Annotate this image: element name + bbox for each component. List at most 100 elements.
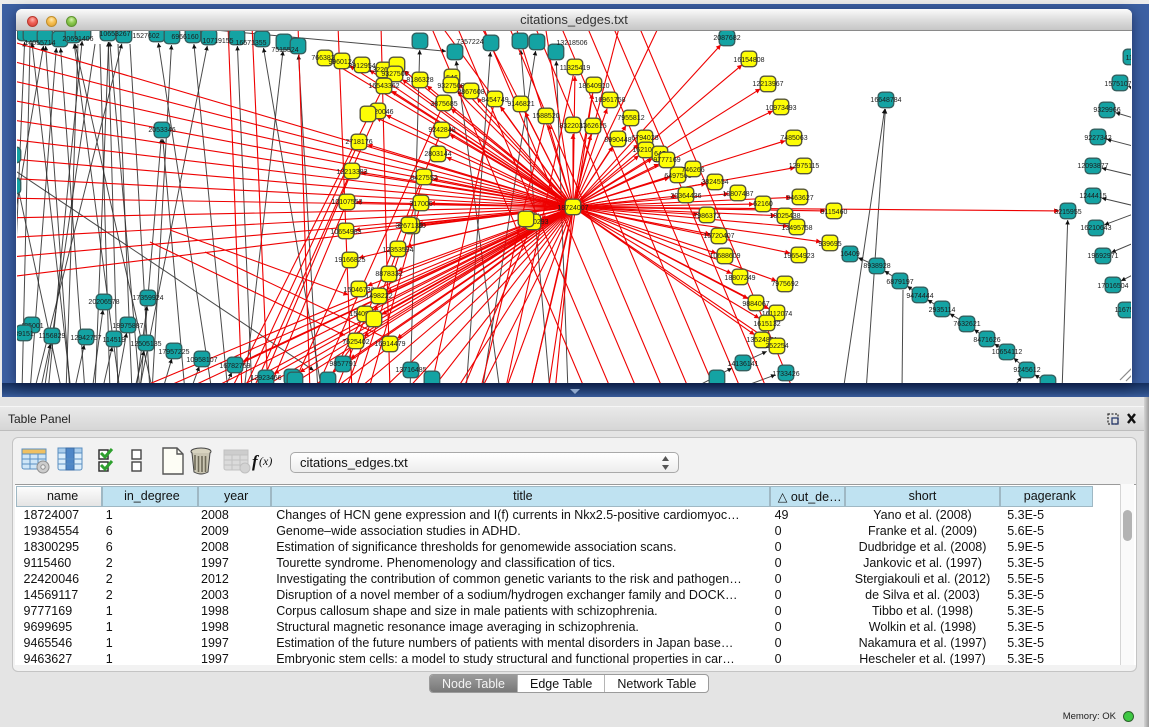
svg-text:10807487: 10807487 — [722, 191, 753, 198]
svg-text:8454749: 8454749 — [481, 97, 508, 104]
svg-text:16961758: 16961758 — [594, 97, 625, 104]
svg-text:8990448: 8990448 — [604, 137, 631, 144]
svg-text:6879197: 6879197 — [886, 279, 913, 286]
svg-text:114519: 114519 — [103, 337, 126, 344]
svg-text:9327500: 9327500 — [381, 71, 408, 78]
svg-text:(x): (x) — [259, 454, 272, 468]
svg-text:3215955: 3215955 — [1054, 209, 1081, 216]
svg-text:939695: 939695 — [818, 241, 841, 248]
svg-text:10958107: 10958107 — [186, 357, 217, 364]
svg-text:12213383: 12213383 — [336, 169, 367, 176]
svg-text:6966160: 6966160 — [171, 34, 198, 41]
svg-text:9463627: 9463627 — [786, 195, 813, 202]
svg-text:1244415: 1244415 — [1079, 193, 1106, 200]
svg-text:15720407: 15720407 — [703, 233, 734, 240]
svg-text:9242848: 9242848 — [428, 127, 455, 134]
svg-text:19692971: 19692971 — [1087, 253, 1118, 260]
svg-text:3267130: 3267130 — [395, 223, 422, 230]
svg-text:12093877: 12093877 — [1077, 163, 1108, 170]
svg-text:9245612: 9245612 — [1013, 367, 1040, 374]
svg-text:3875685: 3875685 — [430, 101, 457, 108]
svg-text:17957225: 17957225 — [158, 349, 189, 356]
svg-text:16914479: 16914479 — [374, 341, 405, 348]
svg-text:9227342: 9227342 — [1084, 135, 1111, 142]
svg-text:7632621: 7632621 — [953, 321, 980, 328]
svg-text:1527602: 1527602 — [132, 33, 159, 40]
svg-text:9329966: 9329966 — [1093, 107, 1120, 114]
svg-text:14136141: 14136141 — [727, 361, 758, 368]
svg-text:111: 111 — [1126, 55, 1131, 62]
svg-text:17359924: 17359924 — [132, 295, 163, 302]
svg-text:8471626: 8471626 — [973, 337, 1000, 344]
svg-text:15751074: 15751074 — [1104, 81, 1131, 88]
svg-text:10973493: 10973493 — [765, 105, 796, 112]
svg-text:7357224: 7357224 — [456, 39, 483, 46]
svg-text:1156829: 1156829 — [39, 333, 66, 340]
svg-text:10719155: 10719155 — [202, 38, 233, 45]
svg-text:11325419: 11325419 — [560, 65, 591, 72]
svg-text:252254: 252254 — [765, 343, 788, 350]
svg-text:1615132: 1615132 — [753, 321, 780, 328]
svg-text:9777169: 9777169 — [653, 157, 680, 164]
svg-text:317006: 317006 — [409, 201, 432, 208]
svg-text:12213967: 12213967 — [752, 81, 783, 88]
svg-text:10107553: 10107553 — [331, 199, 362, 206]
svg-text:2867608: 2867608 — [457, 89, 484, 96]
svg-text:7625402: 7625402 — [342, 339, 369, 346]
svg-text:7986372: 7986372 — [693, 213, 720, 220]
svg-text:20206578: 20206578 — [88, 299, 119, 306]
svg-text:12975115: 12975115 — [789, 163, 820, 170]
svg-text:16210643: 16210643 — [1080, 225, 1111, 232]
svg-text:10688609: 10688609 — [709, 253, 740, 260]
svg-text:1733426: 1733426 — [772, 371, 799, 378]
svg-text:6794028: 6794028 — [631, 135, 658, 142]
svg-text:7955812: 7955812 — [617, 115, 644, 122]
svg-text:2718176: 2718176 — [345, 139, 372, 146]
svg-text:12353594: 12353594 — [382, 247, 413, 254]
svg-text:8938928: 8938928 — [863, 263, 890, 270]
svg-text:19166825: 19166825 — [334, 257, 365, 264]
svg-text:13218506: 13218506 — [556, 40, 587, 47]
svg-text:9857791: 9857791 — [329, 361, 356, 368]
svg-text:16409: 16409 — [840, 251, 860, 258]
svg-text:19654923: 19654923 — [783, 253, 814, 260]
svg-text:12923466: 12923466 — [250, 375, 281, 382]
svg-text:2803144: 2803144 — [424, 151, 451, 158]
svg-text:20691406: 20691406 — [62, 36, 93, 43]
svg-text:18724007: 18724007 — [557, 205, 588, 212]
svg-text:16154808: 16154808 — [733, 57, 764, 64]
svg-text:1498222: 1498222 — [365, 293, 392, 300]
svg-text:10653267: 10653267 — [99, 31, 130, 38]
svg-text:20364436: 20364436 — [670, 193, 701, 200]
svg-text:10654112: 10654112 — [992, 349, 1023, 356]
svg-text:14055714: 14055714 — [24, 40, 55, 47]
svg-text:17016504: 17016504 — [1097, 283, 1128, 290]
svg-text:16648784: 16648784 — [870, 97, 901, 104]
svg-text:746266: 746266 — [681, 167, 704, 174]
svg-text:62160: 62160 — [753, 201, 773, 208]
svg-text:12505135: 12505135 — [130, 341, 161, 348]
svg-text:9884067: 9884067 — [742, 301, 769, 308]
svg-text:9115460: 9115460 — [821, 209, 848, 216]
svg-text:12942757: 12942757 — [70, 335, 101, 342]
svg-text:13716485: 13716485 — [395, 367, 426, 374]
svg-text:7975692: 7975692 — [771, 281, 798, 288]
svg-text:8427552: 8427552 — [410, 175, 437, 182]
svg-text:9146821: 9146821 — [507, 101, 534, 108]
svg-text:116753: 116753 — [1115, 307, 1131, 314]
svg-text:16782759: 16782759 — [219, 363, 250, 370]
svg-text:8878332: 8878332 — [375, 271, 402, 278]
svg-text:9474444: 9474444 — [906, 293, 933, 300]
svg-text:39151: 39151 — [17, 331, 34, 338]
svg-text:1588520: 1588520 — [532, 113, 559, 120]
svg-text:3824554: 3824554 — [701, 179, 728, 186]
svg-text:18640910: 18640910 — [578, 83, 609, 90]
svg-text:2087682: 2087682 — [713, 35, 740, 42]
svg-text:2053346: 2053346 — [148, 127, 175, 134]
svg-text:7515524: 7515524 — [271, 47, 298, 54]
svg-text:2935114: 2935114 — [929, 307, 956, 314]
svg-text:10654983: 10654983 — [330, 229, 361, 236]
svg-text:1362615: 1362615 — [579, 123, 606, 130]
svg-text:16543362: 16543362 — [368, 83, 399, 90]
svg-text:13495758: 13495758 — [781, 225, 812, 232]
